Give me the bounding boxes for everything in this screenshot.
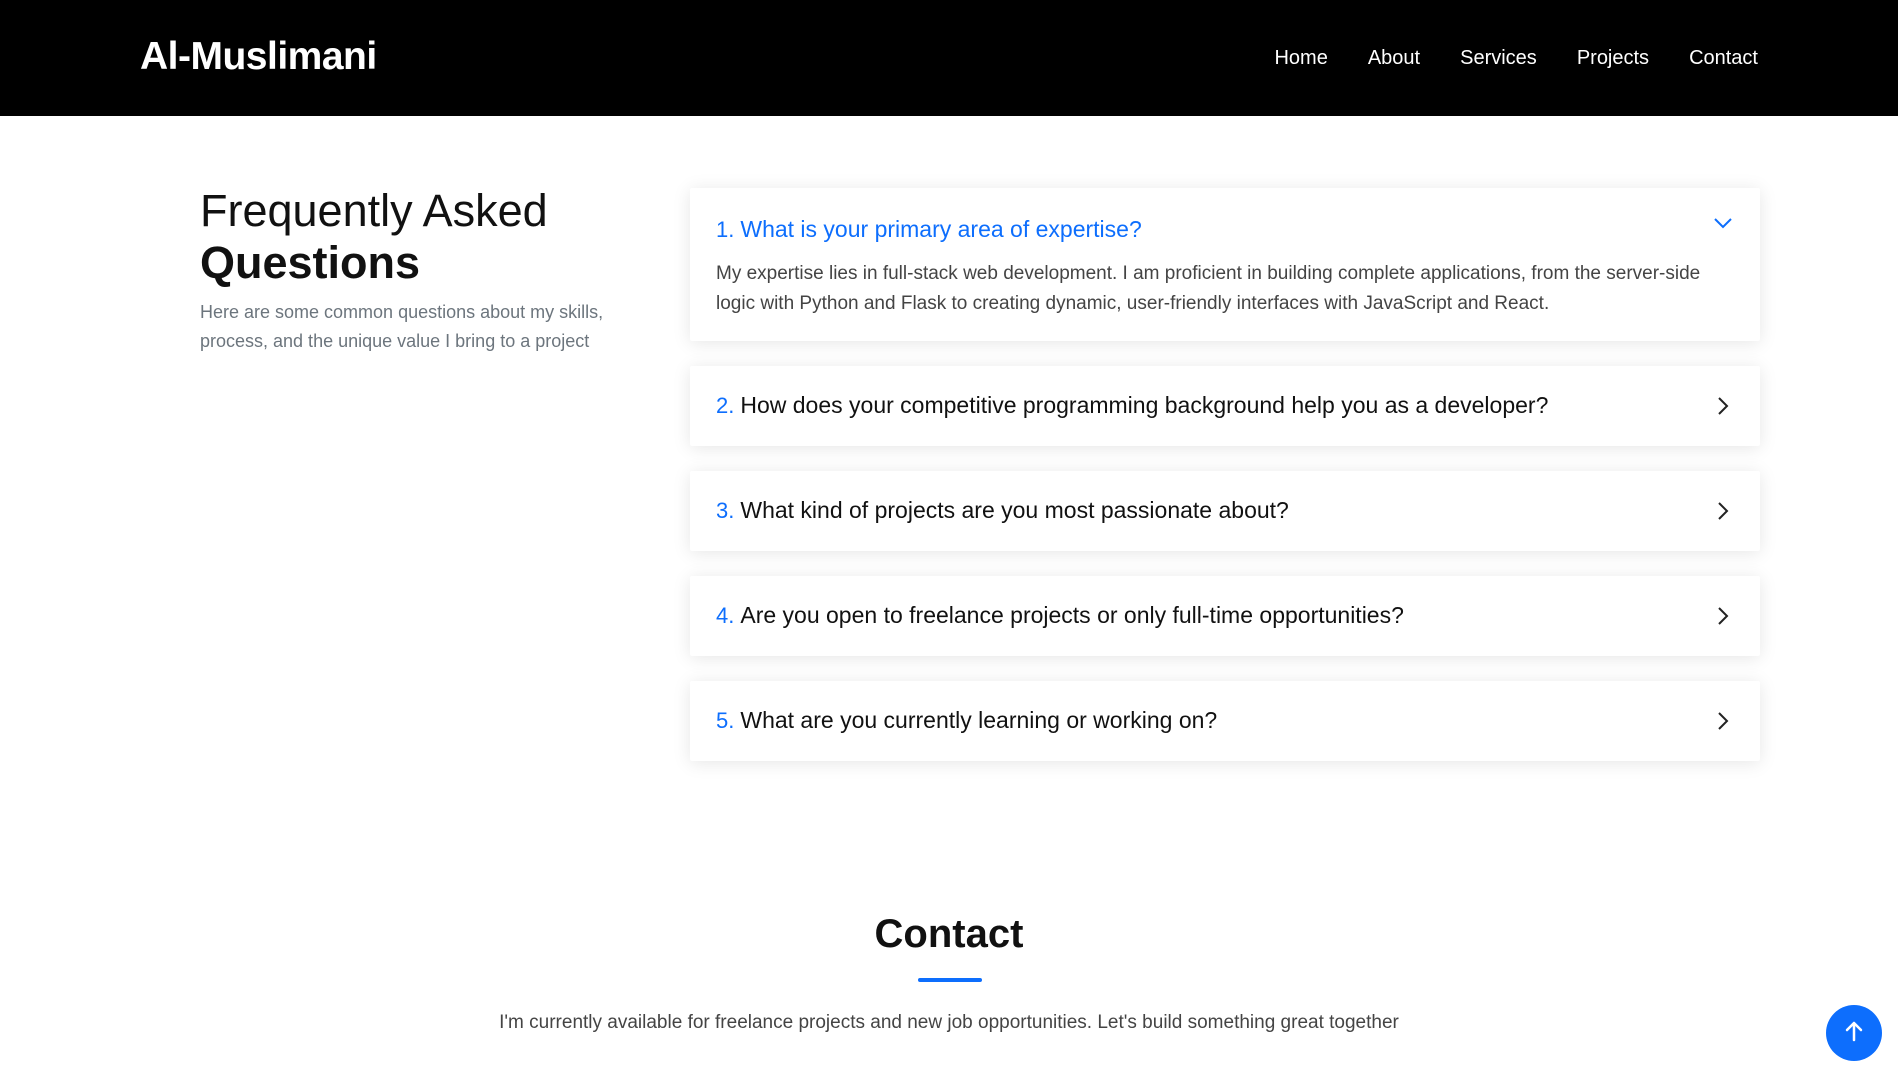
main-nav: Home About Services Projects Contact bbox=[1274, 40, 1758, 76]
faq-description: Here are some common questions about my … bbox=[200, 302, 604, 351]
faq-heading: Frequently Asked Questions bbox=[200, 185, 620, 289]
faq-question-text: What is your primary area of expertise? bbox=[740, 216, 1142, 242]
faq-question[interactable]: 4. Are you open to freelance projects or… bbox=[690, 576, 1760, 631]
chevron-right-icon[interactable] bbox=[1712, 710, 1734, 732]
faq-number: 3. bbox=[716, 498, 735, 523]
faq-item-5[interactable]: 5. What are you currently learning or wo… bbox=[690, 681, 1760, 761]
faq-question[interactable]: 5. What are you currently learning or wo… bbox=[690, 681, 1760, 736]
nav-services[interactable]: Services bbox=[1460, 40, 1537, 76]
nav-home[interactable]: Home bbox=[1274, 40, 1327, 76]
faq-question[interactable]: 1. What is your primary area of expertis… bbox=[690, 188, 1760, 245]
faq-answer: My expertise lies in full-stack web deve… bbox=[716, 263, 1701, 314]
faq-number: 1. bbox=[716, 217, 735, 242]
nav-about[interactable]: About bbox=[1368, 40, 1420, 76]
faq-question-text: How does your competitive programming ba… bbox=[740, 392, 1549, 418]
faq-question-text: What kind of projects are you most passi… bbox=[740, 497, 1289, 523]
faq-number: 4. bbox=[716, 603, 735, 628]
back-to-top-button[interactable] bbox=[1826, 1005, 1882, 1061]
faq-heading-light: Frequently Asked bbox=[200, 185, 548, 236]
faq-question-text: Are you open to freelance projects or on… bbox=[740, 602, 1404, 628]
faq-number: 5. bbox=[716, 708, 735, 733]
faq-list: 1. What is your primary area of expertis… bbox=[690, 188, 1760, 786]
faq-item-1[interactable]: 1. What is your primary area of expertis… bbox=[690, 188, 1760, 341]
faq-heading-bold: Questions bbox=[200, 237, 421, 288]
site-header: Al-Muslimani Home About Services Project… bbox=[0, 0, 1898, 116]
faq-question-text: What are you currently learning or worki… bbox=[740, 707, 1218, 733]
faq-item-3[interactable]: 3. What kind of projects are you most pa… bbox=[690, 471, 1760, 551]
faq-item-4[interactable]: 4. Are you open to freelance projects or… bbox=[690, 576, 1760, 656]
site-logo[interactable]: Al-Muslimani bbox=[140, 32, 377, 82]
nav-projects[interactable]: Projects bbox=[1577, 40, 1649, 76]
chevron-right-icon[interactable] bbox=[1712, 395, 1734, 417]
contact-heading: Contact bbox=[874, 912, 1024, 956]
nav-contact[interactable]: Contact bbox=[1689, 40, 1758, 76]
chevron-down-icon[interactable] bbox=[1712, 212, 1734, 234]
chevron-right-icon[interactable] bbox=[1712, 605, 1734, 627]
heading-underline bbox=[918, 978, 982, 982]
contact-description: I'm currently available for freelance pr… bbox=[499, 1012, 1399, 1033]
chevron-right-icon[interactable] bbox=[1712, 500, 1734, 522]
faq-number: 2. bbox=[716, 393, 735, 418]
arrow-up-icon bbox=[1844, 1020, 1864, 1047]
faq-item-2[interactable]: 2. How does your competitive programming… bbox=[690, 366, 1760, 446]
faq-question[interactable]: 3. What kind of projects are you most pa… bbox=[690, 471, 1760, 526]
faq-question[interactable]: 2. How does your competitive programming… bbox=[690, 366, 1760, 421]
